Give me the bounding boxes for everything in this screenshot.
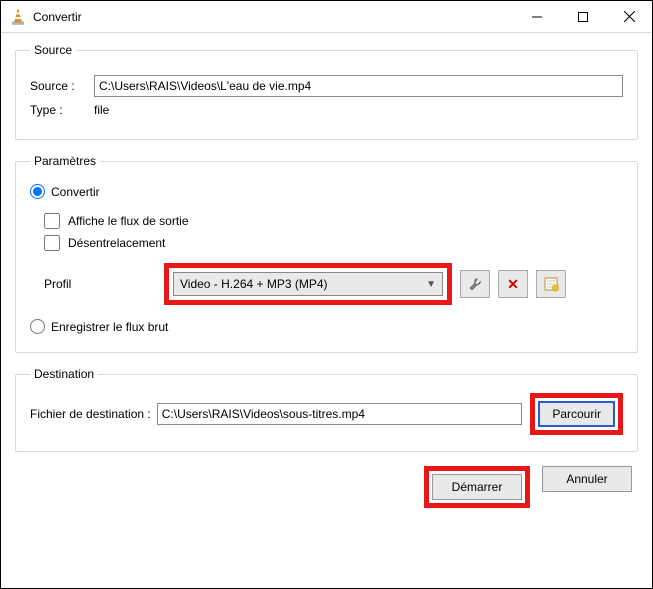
wrench-icon (467, 276, 483, 292)
destination-file-label: Fichier de destination : (30, 407, 151, 421)
show-output-checkbox[interactable] (44, 213, 60, 229)
source-input[interactable] (94, 75, 623, 97)
start-button[interactable]: Démarrer (432, 474, 522, 500)
deinterlace-label: Désentrelacement (68, 236, 165, 250)
close-button[interactable] (606, 1, 652, 32)
raw-radio-label: Enregistrer le flux brut (51, 320, 168, 334)
source-label: Source : (30, 79, 94, 93)
profile-select[interactable]: Video - H.264 + MP3 (MP4) ▼ (173, 272, 443, 296)
type-label: Type : (30, 103, 94, 117)
minimize-button[interactable] (514, 1, 560, 32)
dialog-footer: Démarrer Annuler (15, 466, 638, 508)
new-profile-button[interactable] (536, 270, 566, 298)
settings-group: Paramètres Convertir Affiche le flux de … (15, 154, 638, 353)
chevron-down-icon: ▼ (426, 279, 436, 290)
convert-radio-label: Convertir (51, 185, 100, 199)
browse-highlight: Parcourir (530, 393, 623, 435)
destination-group: Destination Fichier de destination : Par… (15, 367, 638, 452)
edit-profile-button[interactable] (460, 270, 490, 298)
start-highlight: Démarrer (424, 466, 530, 508)
x-icon: ✕ (507, 276, 519, 293)
maximize-button[interactable] (560, 1, 606, 32)
destination-file-input[interactable] (157, 403, 523, 425)
cancel-button[interactable]: Annuler (542, 466, 632, 492)
profile-select-value: Video - H.264 + MP3 (MP4) (180, 277, 328, 291)
show-output-label: Affiche le flux de sortie (68, 214, 189, 228)
deinterlace-checkbox[interactable] (44, 235, 60, 251)
convert-radio[interactable] (30, 184, 45, 199)
settings-legend: Paramètres (30, 154, 100, 168)
browse-button[interactable]: Parcourir (538, 401, 615, 427)
new-profile-icon (543, 276, 559, 292)
profile-label: Profil (44, 277, 164, 291)
profile-highlight: Video - H.264 + MP3 (MP4) ▼ (164, 263, 452, 305)
destination-legend: Destination (30, 367, 98, 381)
source-group: Source Source : Type : file (15, 43, 638, 140)
window-title: Convertir (33, 10, 514, 24)
raw-radio[interactable] (30, 319, 45, 334)
title-bar: Convertir (1, 1, 652, 33)
delete-profile-button[interactable]: ✕ (498, 270, 528, 298)
vlc-cone-icon (9, 8, 27, 26)
type-value: file (94, 103, 109, 117)
source-legend: Source (30, 43, 76, 57)
window-controls (514, 1, 652, 32)
